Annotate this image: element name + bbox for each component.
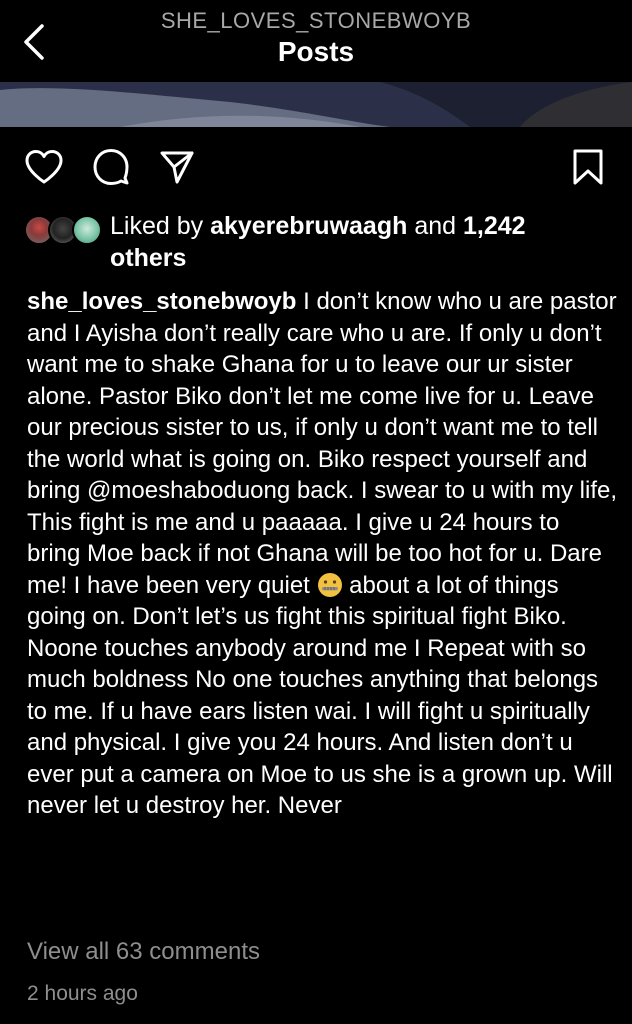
liker-avatars [24,215,102,247]
save-button[interactable] [564,142,612,192]
caption-username[interactable]: she_loves_stonebwoyb [27,288,296,315]
likes-text: Liked by akyerebruwaagh and 1,242 others [110,210,610,274]
post-actions [0,142,632,192]
send-icon [160,151,194,184]
bookmark-icon [573,149,603,185]
avatar [72,215,102,245]
likes-others[interactable]: others [110,244,186,272]
zipper-mouth-face-emoji-icon [317,572,342,597]
share-button[interactable] [153,142,201,192]
like-button[interactable] [20,142,68,192]
comment-icon [93,149,129,185]
caption-text-3: about a lot of things going on. Don’t le… [27,571,613,820]
post-image[interactable] [0,82,632,127]
heart-icon [25,150,63,184]
post-timestamp: 2 hours ago [27,982,138,1005]
caption-mention[interactable]: @moeshaboduong [87,477,290,504]
post-caption: she_loves_stonebwoyb I don’t know who u … [27,286,617,822]
top-bar: SHE_LOVES_STONEBWOYB Posts [0,0,632,82]
likes-middle: and [407,212,463,240]
caption-text-1: I don’t know who u are pastor and I Ayis… [27,288,617,504]
view-all-comments-link[interactable]: View all 63 comments [27,938,260,966]
profile-username: SHE_LOVES_STONEBWOYB [160,8,472,33]
likes-count[interactable]: 1,242 [463,212,526,240]
comment-button[interactable] [87,142,135,192]
post-image-content [0,82,632,127]
page-title: Posts [277,36,355,67]
liker-username[interactable]: akyerebruwaagh [210,212,407,240]
likes-prefix: Liked by [110,212,211,240]
